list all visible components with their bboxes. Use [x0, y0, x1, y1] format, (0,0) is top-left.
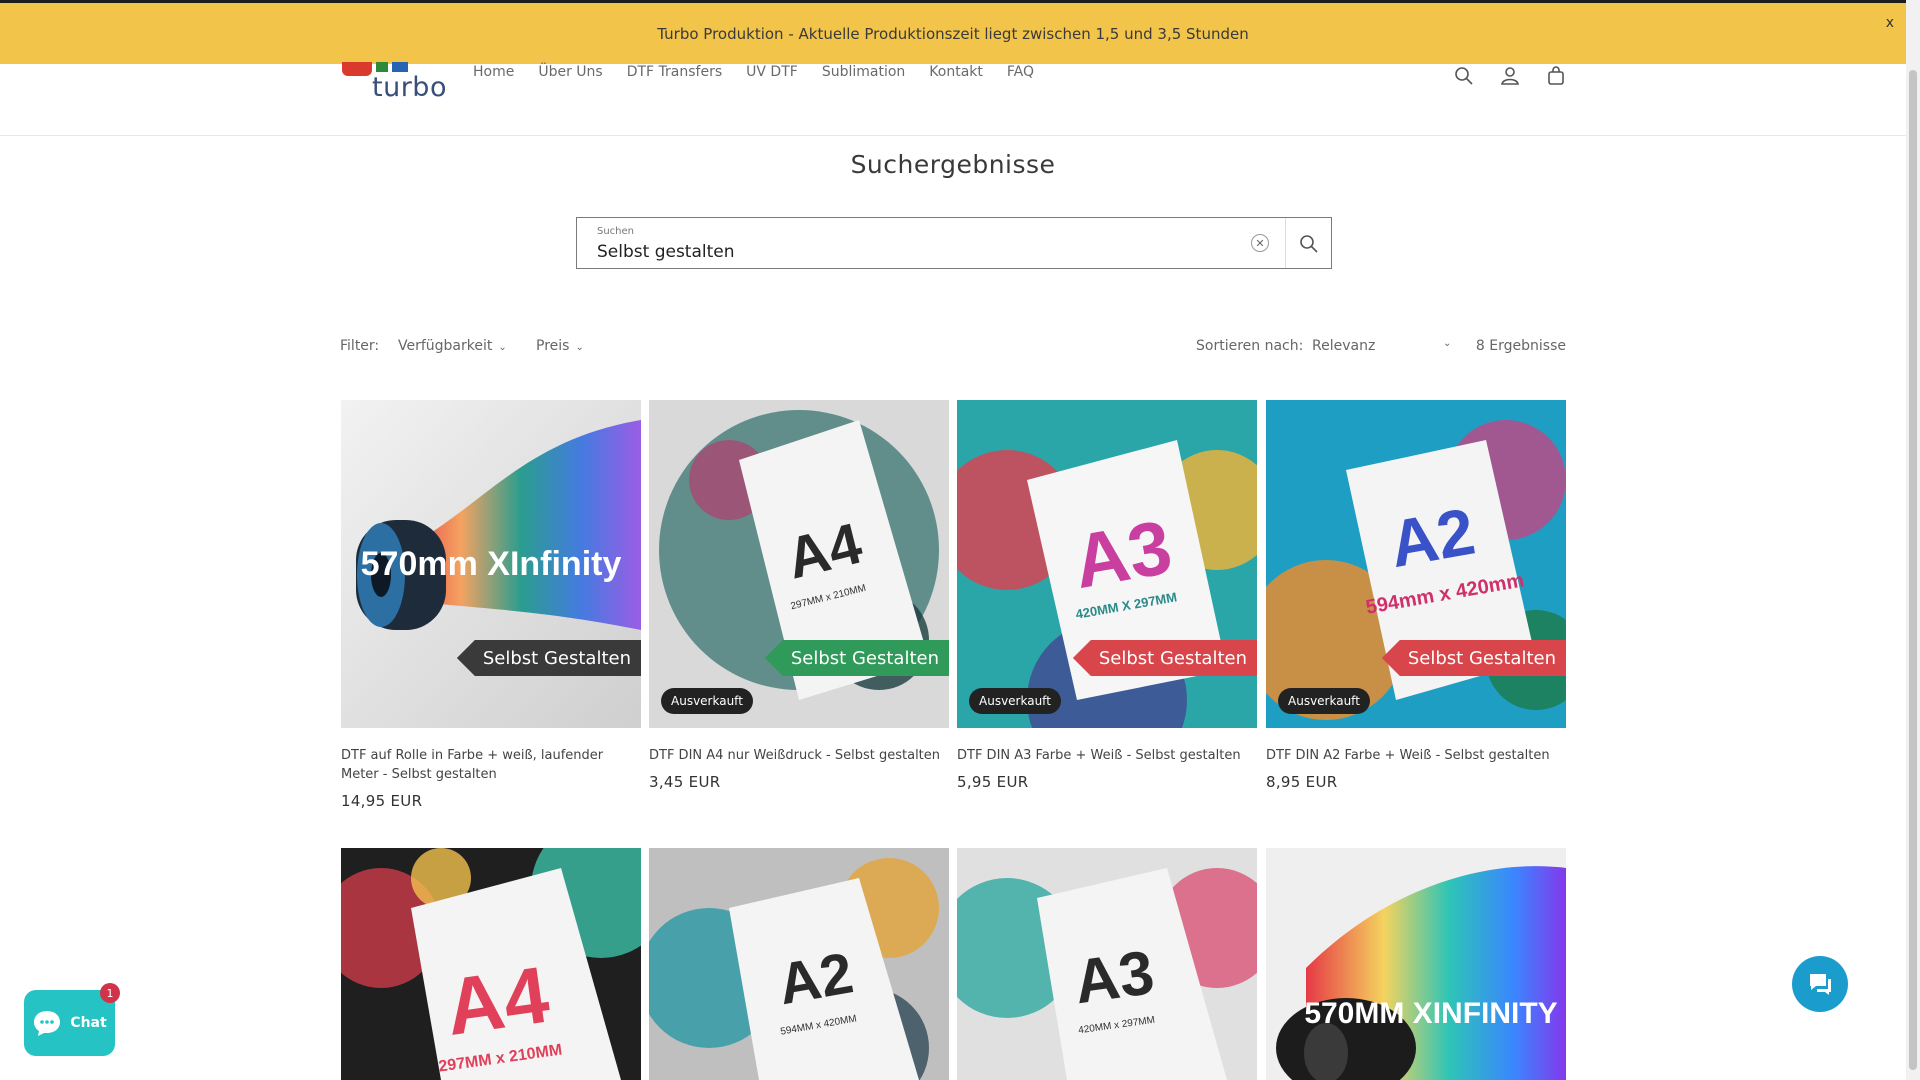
- product-card[interactable]: A4 297MM x 210MM Selbst Gestalten Ausver…: [649, 400, 949, 791]
- chat-notification-badge: 1: [100, 983, 120, 1003]
- product-image[interactable]: A3 420MM x 297MM: [957, 848, 1257, 1080]
- product-title[interactable]: DTF DIN A3 Farbe + Weiß - Selbst gestalt…: [957, 746, 1257, 765]
- chat-label: Chat: [70, 1015, 107, 1031]
- customize-badge: Selbst Gestalten: [1072, 640, 1257, 676]
- product-image[interactable]: A2 594MM x 420MM: [649, 848, 949, 1080]
- product-art-text: A2: [1384, 494, 1480, 582]
- search-input[interactable]: [597, 242, 1237, 262]
- product-price: 14,95 EUR: [341, 792, 423, 810]
- product-art-text: A4: [440, 950, 554, 1052]
- sort-select[interactable]: Relevanz: [1312, 338, 1452, 354]
- main-nav: Home Über Uns DTF Transfers UV DTF Subli…: [473, 64, 1058, 80]
- product-card[interactable]: 570MM XINFINITY: [1266, 848, 1566, 1080]
- scrollbar[interactable]: [1906, 0, 1920, 1080]
- announcement-bar: Turbo Produktion - Aktuelle Produktionsz…: [0, 0, 1906, 64]
- product-card[interactable]: A4 297MM x 210MM: [341, 848, 641, 1080]
- product-card[interactable]: A2 594mm x 420mm Selbst Gestalten Ausver…: [1266, 400, 1566, 791]
- product-card[interactable]: A2 594MM x 420MM: [649, 848, 949, 1080]
- nav-dtf-transfers[interactable]: DTF Transfers: [627, 64, 722, 80]
- product-card[interactable]: 570mm XInfinity Selbst Gestalten DTF auf…: [341, 400, 641, 810]
- clear-search-button[interactable]: ✕: [1251, 234, 1269, 252]
- product-art-text: A3: [1070, 938, 1158, 1017]
- logo-mark-blue: [392, 62, 408, 72]
- logo-text: turbo: [372, 72, 447, 103]
- chevron-down-icon: ⌄: [498, 342, 507, 353]
- nav-uv-dtf[interactable]: UV DTF: [746, 64, 798, 80]
- sort-label: Sortieren nach:: [1196, 338, 1304, 354]
- customize-badge: Selbst Gestalten: [764, 640, 949, 676]
- messenger-button[interactable]: [1792, 956, 1848, 1012]
- filter-availability-label: Verfügbarkeit: [398, 338, 493, 354]
- search-box: Suchen ✕: [576, 217, 1332, 269]
- nav-faq[interactable]: FAQ: [1007, 64, 1034, 80]
- nav-about[interactable]: Über Uns: [538, 64, 602, 80]
- nav-home[interactable]: Home: [473, 64, 514, 80]
- product-image[interactable]: A2 594mm x 420mm Selbst Gestalten Ausver…: [1266, 400, 1566, 728]
- product-image[interactable]: A3 420MM X 297MM Selbst Gestalten Ausver…: [957, 400, 1257, 728]
- product-art-text: A2: [773, 940, 857, 1017]
- announcement-close-button[interactable]: x: [1886, 15, 1894, 31]
- filter-price-dropdown[interactable]: Preis ⌄: [536, 338, 584, 354]
- chevron-down-icon: ⌄: [1443, 338, 1452, 349]
- product-image[interactable]: A4 297MM x 210MM Selbst Gestalten Ausver…: [649, 400, 949, 728]
- product-art-text: A3: [1067, 505, 1177, 606]
- product-price: 3,45 EUR: [649, 773, 721, 791]
- sold-out-badge: Ausverkauft: [969, 688, 1061, 714]
- search-submit-button[interactable]: [1295, 230, 1323, 258]
- search-divider: [1285, 218, 1286, 268]
- chevron-down-icon: ⌄: [575, 342, 584, 353]
- chat-bubble-icon: [34, 1011, 61, 1036]
- product-price: 8,95 EUR: [1266, 773, 1338, 791]
- message-icon: [1810, 974, 1831, 995]
- product-title[interactable]: DTF DIN A2 Farbe + Weiß - Selbst gestalt…: [1266, 746, 1566, 765]
- product-title[interactable]: DTF DIN A4 nur Weißdruck - Selbst gestal…: [649, 746, 949, 765]
- page-title: Suchergebnisse: [850, 150, 1056, 179]
- cart-icon[interactable]: [1544, 64, 1568, 88]
- scrollbar-thumb[interactable]: [1909, 70, 1917, 1070]
- chat-button[interactable]: Chat: [24, 990, 115, 1056]
- account-icon[interactable]: [1498, 64, 1522, 88]
- result-count: 8 Ergebnisse: [1475, 338, 1566, 354]
- filter-price-label: Preis: [536, 338, 570, 354]
- customize-badge: Selbst Gestalten: [1381, 640, 1566, 676]
- product-image[interactable]: 570mm XInfinity Selbst Gestalten: [341, 400, 641, 728]
- header-icons: [1452, 64, 1568, 88]
- product-image[interactable]: 570MM XINFINITY: [1266, 848, 1566, 1080]
- filter-availability-dropdown[interactable]: Verfügbarkeit ⌄: [398, 338, 507, 354]
- product-price: 5,95 EUR: [957, 773, 1029, 791]
- product-title[interactable]: DTF auf Rolle in Farbe + weiß, laufender…: [341, 746, 641, 784]
- product-art-text: 570mm XInfinity: [361, 545, 622, 583]
- sold-out-badge: Ausverkauft: [1278, 688, 1370, 714]
- product-card[interactable]: A3 420MM x 297MM: [957, 848, 1257, 1080]
- search-label: Suchen: [597, 226, 635, 237]
- product-card[interactable]: A3 420MM X 297MM Selbst Gestalten Ausver…: [957, 400, 1257, 791]
- announcement-text: Turbo Produktion - Aktuelle Produktionsz…: [657, 24, 1249, 43]
- search-icon: [1300, 235, 1318, 253]
- filter-bar: Filter: Verfügbarkeit ⌄ Preis ⌄ Sortieren …: [340, 338, 1566, 360]
- product-art-text: 570MM XINFINITY: [1304, 997, 1557, 1030]
- sold-out-badge: Ausverkauft: [661, 688, 753, 714]
- product-image[interactable]: A4 297MM x 210MM: [341, 848, 641, 1080]
- nav-sublimation[interactable]: Sublimation: [822, 64, 905, 80]
- close-icon: ✕: [1255, 236, 1265, 250]
- logo-mark-green: [376, 62, 388, 72]
- site-header: turbo Home Über Uns DTF Transfers UV DTF…: [0, 62, 1906, 136]
- nav-contact[interactable]: Kontakt: [929, 64, 983, 80]
- filter-label: Filter:: [340, 338, 380, 354]
- logo-mark-red: [342, 62, 372, 76]
- search-icon[interactable]: [1452, 64, 1476, 88]
- customize-badge: Selbst Gestalten: [456, 640, 641, 676]
